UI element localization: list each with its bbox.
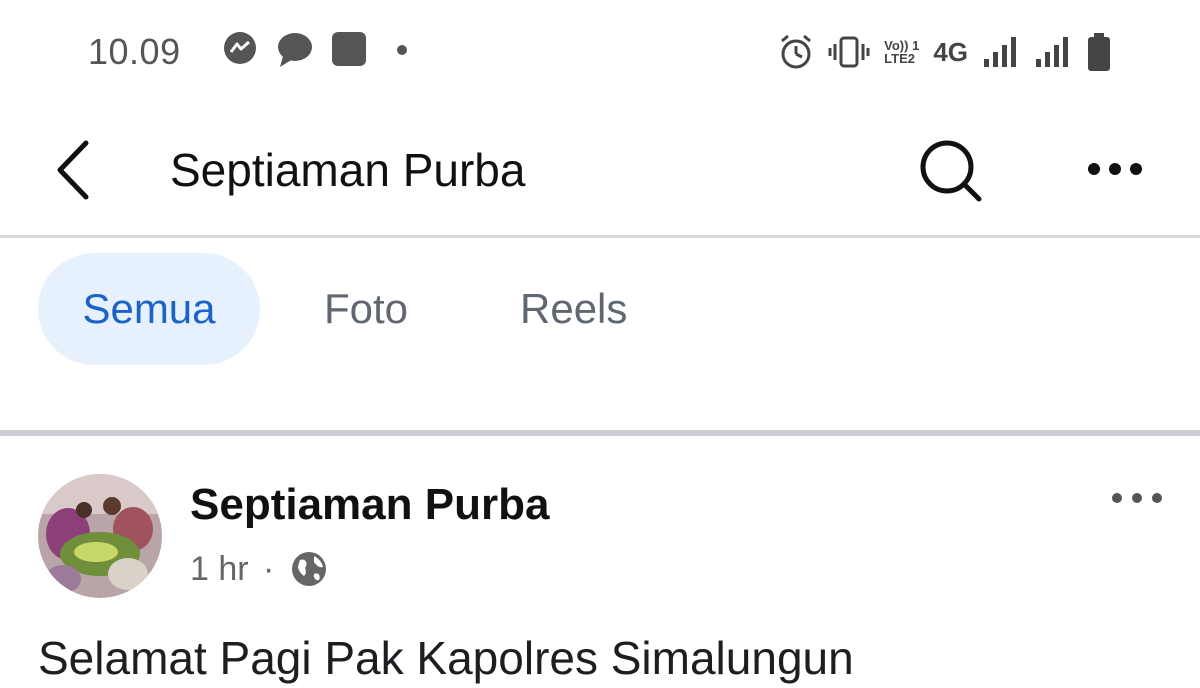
- network-type-label: 4G: [933, 37, 968, 67]
- avatar[interactable]: [38, 474, 162, 598]
- tab-reels[interactable]: Reels: [520, 253, 627, 365]
- search-icon: [920, 140, 982, 202]
- globe-icon: [292, 552, 326, 586]
- header-more-button[interactable]: [1080, 145, 1150, 195]
- signal-1-icon: [984, 37, 1016, 67]
- section-divider: [0, 430, 1200, 436]
- tab-semua[interactable]: Semua: [38, 253, 260, 365]
- avatar-photo: [38, 474, 162, 598]
- status-time: 10.09: [88, 31, 181, 72]
- battery-icon: [1088, 33, 1110, 71]
- post-timestamp[interactable]: 1 hr: [190, 545, 249, 593]
- signal-2-icon: [1036, 37, 1068, 67]
- chat-bubble-icon: [278, 33, 312, 67]
- app-square-icon: [332, 32, 366, 66]
- search-button[interactable]: [915, 135, 987, 207]
- post-text: Selamat Pagi Pak Kapolres Simalungun: [38, 632, 854, 684]
- alarm-icon: [781, 34, 812, 69]
- post-more-button[interactable]: [1105, 478, 1169, 518]
- status-right-group: Vo)) 1 LTE2 4G: [778, 28, 1112, 76]
- volte-bottom-label: LTE2: [884, 51, 915, 66]
- tab-foto[interactable]: Foto: [324, 253, 408, 365]
- back-button[interactable]: [50, 135, 100, 205]
- page-title: Septiaman Purba: [170, 144, 526, 196]
- vibrate-icon: [828, 36, 870, 68]
- post-meta-separator: ·: [263, 550, 275, 588]
- more-horizontal-icon: [1112, 493, 1162, 503]
- messenger-icon: [224, 32, 256, 64]
- header-divider: [0, 235, 1200, 238]
- more-horizontal-icon: [1088, 163, 1142, 175]
- back-arrow-icon: [57, 140, 89, 200]
- volte-icon: Vo)) 1 LTE2: [884, 39, 919, 65]
- notification-dot-icon: [397, 45, 407, 55]
- post-author-name[interactable]: Septiaman Purba: [190, 478, 549, 532]
